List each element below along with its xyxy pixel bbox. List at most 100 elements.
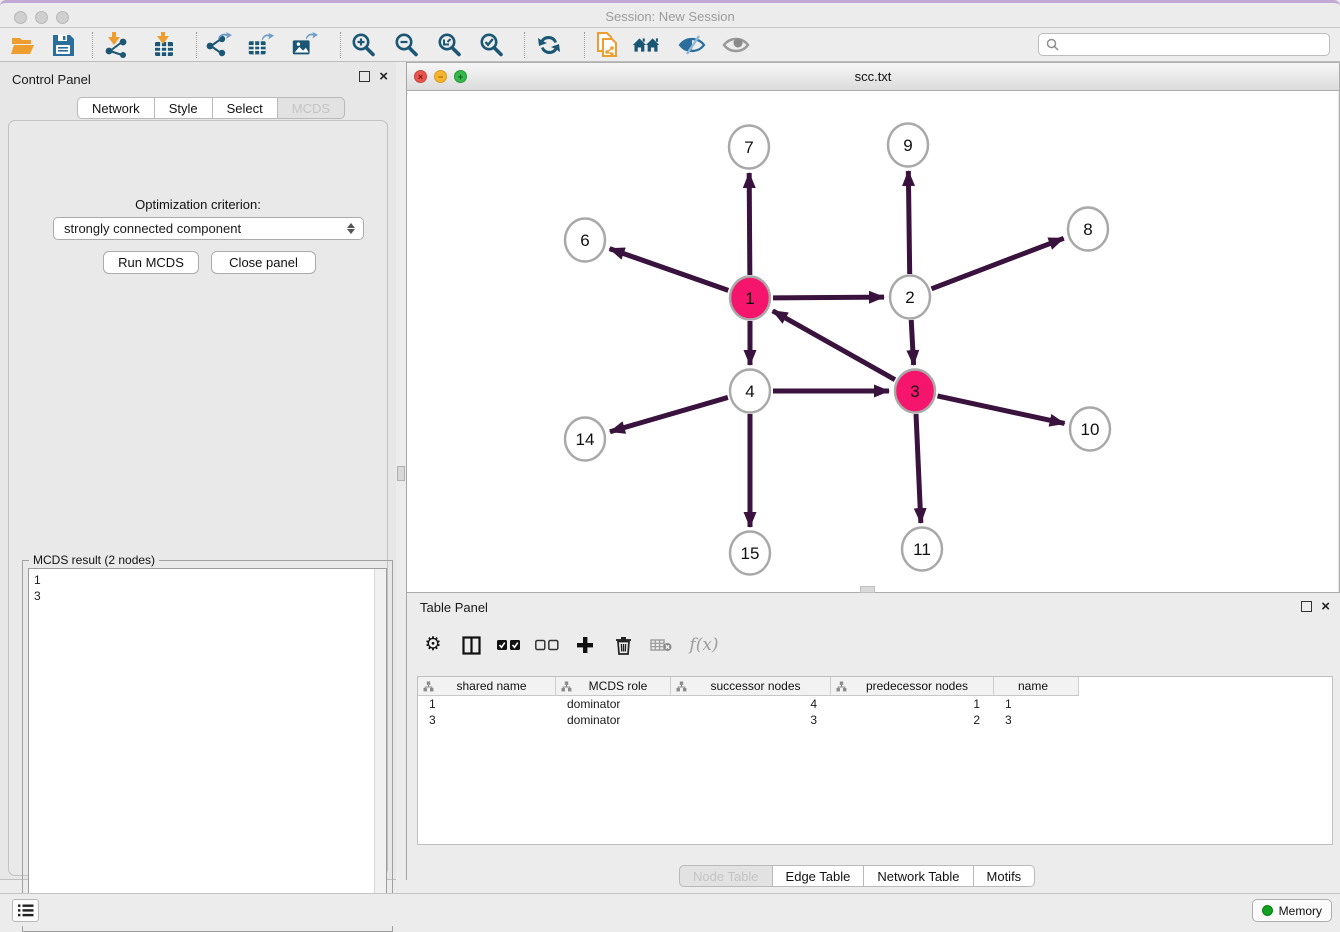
column-type-icon — [836, 681, 847, 692]
graph-node-4[interactable]: 4 — [730, 370, 770, 413]
graph-edge-4-14[interactable] — [610, 397, 728, 431]
import-table-icon[interactable] — [149, 31, 177, 59]
mcds-result-group: MCDS result (2 nodes) 1 3 — [22, 560, 393, 932]
graph-edge-1-2[interactable] — [773, 297, 884, 298]
function-builder-icon: f(x) — [687, 633, 721, 657]
dropdown-value: strongly connected component — [64, 221, 347, 236]
graph-node-7[interactable]: 7 — [729, 126, 769, 169]
zoom-selected-icon[interactable] — [477, 31, 505, 59]
graph-node-10[interactable]: 10 — [1070, 408, 1110, 451]
tab-select[interactable]: Select — [212, 97, 278, 119]
table-row[interactable]: 3 dominator 3 2 3 — [418, 712, 1332, 728]
import-network-icon[interactable] — [102, 31, 130, 59]
node-table: shared name MCDS role successor nodes pr… — [417, 676, 1333, 845]
save-session-icon[interactable] — [49, 31, 77, 59]
column-header-successor-nodes[interactable]: successor nodes — [671, 677, 831, 696]
tab-network-table[interactable]: Network Table — [863, 865, 973, 887]
export-network-icon[interactable] — [204, 31, 232, 59]
show-column-panel-icon[interactable] — [459, 633, 483, 657]
graph-edge-3-1[interactable] — [773, 311, 895, 380]
open-session-icon[interactable] — [9, 31, 37, 59]
column-header-name[interactable]: name — [994, 677, 1079, 696]
zoom-out-icon[interactable] — [392, 31, 420, 59]
horizontal-split-grip[interactable] — [860, 586, 875, 593]
graph-edge-2-9[interactable] — [908, 171, 909, 274]
graph-edge-2-3[interactable] — [911, 320, 913, 365]
home-icon[interactable] — [632, 31, 660, 59]
show-graphics-details-icon[interactable] — [722, 31, 750, 59]
panel-split-divider[interactable] — [396, 62, 407, 880]
graph-node-3[interactable]: 3 — [895, 370, 935, 413]
cell-name[interactable]: 1 — [994, 696, 1079, 712]
network-canvas[interactable]: 1 2 3 4 6 7 8 9 10 11 14 15 — [407, 91, 1338, 592]
memory-button[interactable]: Memory — [1252, 899, 1332, 922]
svg-text:8: 8 — [1083, 220, 1092, 239]
graph-node-2[interactable]: 2 — [890, 276, 930, 319]
search-field[interactable] — [1038, 33, 1330, 56]
column-type-icon — [561, 681, 572, 692]
network-graph[interactable]: 1 2 3 4 6 7 8 9 10 11 14 15 — [407, 91, 1338, 592]
search-input[interactable] — [1064, 38, 1329, 52]
delete-column-icon[interactable] — [611, 633, 635, 657]
table-row[interactable]: 1 dominator 4 1 1 — [418, 696, 1332, 712]
graph-node-1[interactable]: 1 — [730, 277, 770, 320]
float-table-panel-icon[interactable] — [1301, 601, 1312, 612]
float-panel-icon[interactable] — [359, 71, 370, 82]
clone-network-icon[interactable] — [593, 31, 621, 59]
add-column-icon[interactable] — [573, 633, 597, 657]
select-all-rows-icon[interactable] — [497, 633, 521, 657]
svg-text:10: 10 — [1081, 420, 1100, 439]
tab-motifs[interactable]: Motifs — [973, 865, 1036, 887]
cell-mcds-role[interactable]: dominator — [556, 712, 671, 728]
export-image-icon[interactable] — [290, 31, 318, 59]
graph-node-14[interactable]: 14 — [565, 418, 605, 461]
cell-shared-name[interactable]: 1 — [418, 696, 556, 712]
mcds-result-textarea[interactable]: 1 3 — [28, 568, 387, 926]
tab-edge-table[interactable]: Edge Table — [772, 865, 865, 887]
optimization-criterion-dropdown[interactable]: strongly connected component — [53, 217, 364, 240]
task-history-button[interactable] — [12, 899, 39, 922]
cell-successor-nodes[interactable]: 3 — [671, 712, 831, 728]
hide-graphics-details-icon[interactable] — [678, 31, 706, 59]
svg-text:11: 11 — [913, 540, 931, 559]
column-header-predecessor-nodes[interactable]: predecessor nodes — [831, 677, 994, 696]
cell-mcds-role[interactable]: dominator — [556, 696, 671, 712]
split-divider-grip[interactable] — [397, 466, 405, 481]
svg-text:14: 14 — [576, 430, 595, 449]
graph-edge-1-7[interactable] — [749, 173, 750, 275]
tab-style[interactable]: Style — [154, 97, 213, 119]
zoom-fit-icon[interactable] — [435, 31, 463, 59]
graph-node-15[interactable]: 15 — [730, 532, 770, 575]
run-mcds-button[interactable]: Run MCDS — [103, 251, 199, 274]
deselect-all-rows-icon[interactable] — [535, 633, 559, 657]
tab-node-table[interactable]: Node Table — [679, 865, 773, 887]
graph-edge-3-10[interactable] — [937, 396, 1064, 424]
column-header-shared-name[interactable]: shared name — [418, 677, 556, 696]
cell-successor-nodes[interactable]: 4 — [671, 696, 831, 712]
close-panel-icon[interactable]: × — [379, 71, 388, 82]
refresh-layout-icon[interactable] — [535, 31, 563, 59]
column-header-mcds-role[interactable]: MCDS role — [556, 677, 671, 696]
close-panel-button[interactable]: Close panel — [211, 251, 316, 274]
close-table-panel-icon[interactable]: × — [1321, 601, 1330, 612]
svg-text:3: 3 — [910, 382, 919, 401]
graph-edge-2-8[interactable] — [931, 238, 1063, 289]
cell-shared-name[interactable]: 3 — [418, 712, 556, 728]
export-table-icon[interactable] — [246, 31, 274, 59]
cell-name[interactable]: 3 — [994, 712, 1079, 728]
cell-predecessor-nodes[interactable]: 1 — [831, 696, 994, 712]
result-line: 3 — [34, 588, 386, 604]
tab-mcds[interactable]: MCDS — [277, 97, 345, 119]
graph-node-9[interactable]: 9 — [888, 124, 928, 167]
cell-predecessor-nodes[interactable]: 2 — [831, 712, 994, 728]
graph-edge-3-11[interactable] — [916, 414, 921, 523]
graph-edge-1-6[interactable] — [610, 249, 729, 291]
zoom-in-icon[interactable] — [349, 31, 377, 59]
graph-node-11[interactable]: 11 — [902, 528, 942, 571]
graph-node-6[interactable]: 6 — [565, 219, 605, 262]
result-scrollbar[interactable] — [374, 569, 386, 925]
network-frame-titlebar[interactable]: × − + scc.txt — [407, 63, 1339, 91]
graph-node-8[interactable]: 8 — [1068, 208, 1108, 251]
table-options-gear-icon[interactable]: ⚙ — [421, 633, 445, 657]
tab-network[interactable]: Network — [77, 97, 155, 119]
